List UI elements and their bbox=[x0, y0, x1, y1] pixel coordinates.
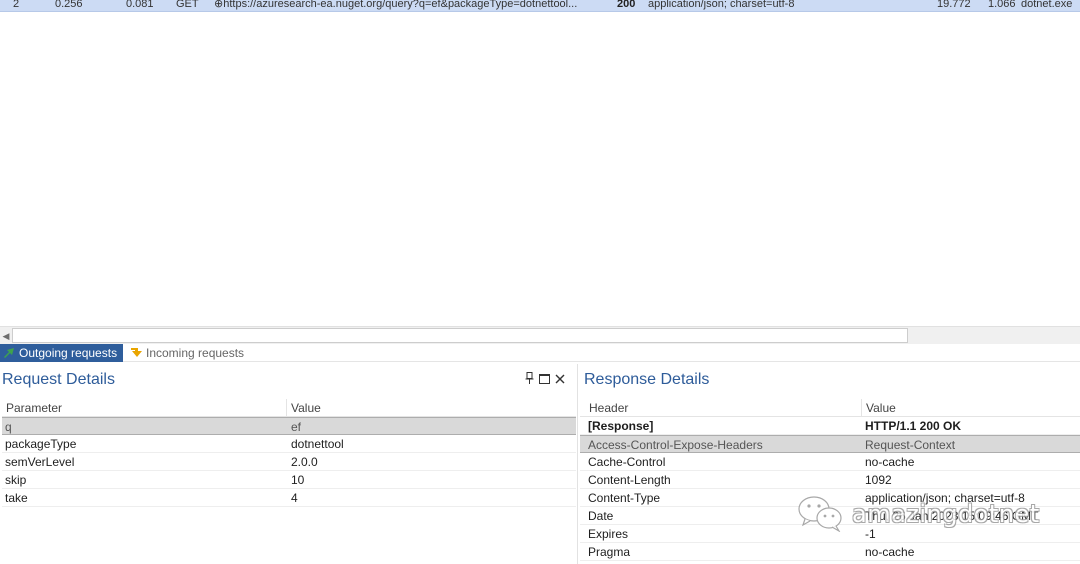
table-row[interactable]: Pragma no-cache bbox=[580, 543, 1080, 561]
header-name: Date bbox=[588, 509, 614, 523]
request-list: 2 0.256 0.081 GET ⊕https://azuresearch-e… bbox=[0, 0, 1080, 326]
param-name: q bbox=[5, 420, 12, 434]
response-details-title: Response Details bbox=[584, 371, 710, 388]
tab-incoming-requests[interactable]: Incoming requests bbox=[127, 344, 248, 362]
response-headers-grid: Header Value [Response] HTTP/1.1 200 OK … bbox=[580, 399, 1080, 564]
grid-header: Parameter Value bbox=[2, 399, 576, 417]
param-value: ef bbox=[291, 420, 302, 434]
watermark-text: amazingdotnet bbox=[852, 500, 1040, 528]
column-header-value[interactable]: Value bbox=[866, 401, 896, 415]
scroll-left-icon[interactable]: ◀ bbox=[1, 330, 11, 342]
close-icon[interactable] bbox=[552, 371, 567, 387]
table-row[interactable]: skip 10 bbox=[2, 471, 576, 489]
header-name: Content-Type bbox=[588, 491, 661, 505]
header-value: no-cache bbox=[865, 455, 915, 469]
request-number: 2 bbox=[13, 0, 20, 10]
table-row[interactable]: packageType dotnettool bbox=[2, 435, 576, 453]
header-name: [Response] bbox=[588, 419, 654, 433]
pin-icon[interactable] bbox=[522, 371, 537, 387]
header-name: Pragma bbox=[588, 545, 631, 559]
table-row[interactable]: [Response] HTTP/1.1 200 OK bbox=[580, 417, 1080, 435]
param-name: semVerLevel bbox=[5, 455, 75, 469]
grid-header: Header Value bbox=[580, 399, 1080, 417]
outgoing-arrow-icon bbox=[4, 348, 14, 358]
header-name: Access-Control-Expose-Headers bbox=[588, 438, 763, 452]
request-details-title: Request Details bbox=[2, 371, 115, 388]
request-content-type: application/json; charset=utf-8 bbox=[648, 0, 795, 10]
request-duration: 1.066 bbox=[988, 0, 1016, 10]
request-status: 200 bbox=[617, 0, 636, 10]
header-name: Cache-Control bbox=[588, 455, 666, 469]
header-value: Request-Context bbox=[865, 438, 956, 452]
header-value: no-cache bbox=[865, 545, 915, 559]
table-row[interactable]: take 4 bbox=[2, 489, 576, 507]
request-process: dotnet.exe bbox=[1021, 0, 1073, 10]
header-name: Expires bbox=[588, 527, 629, 541]
param-name: packageType bbox=[5, 437, 77, 451]
request-method: GET bbox=[176, 0, 199, 10]
table-row[interactable]: Access-Control-Expose-Headers Request-Co… bbox=[580, 435, 1080, 453]
column-header-parameter[interactable]: Parameter bbox=[6, 401, 62, 415]
maximize-icon[interactable] bbox=[537, 371, 552, 387]
table-row[interactable]: q ef bbox=[2, 417, 576, 435]
table-row[interactable]: Cache-Control no-cache bbox=[580, 453, 1080, 471]
tab-outgoing-requests[interactable]: Outgoing requests bbox=[0, 344, 123, 362]
param-name: skip bbox=[5, 473, 27, 487]
request-row[interactable]: 2 0.256 0.081 GET ⊕https://azuresearch-e… bbox=[0, 0, 1080, 12]
param-name: take bbox=[5, 491, 28, 505]
incoming-arrow-icon bbox=[131, 348, 142, 357]
panel-tools bbox=[522, 371, 574, 387]
column-header-value[interactable]: Value bbox=[291, 401, 321, 415]
wechat-logo-icon bbox=[798, 496, 842, 532]
tab-incoming-label: Incoming requests bbox=[146, 346, 245, 360]
param-value: 2.0.0 bbox=[291, 455, 318, 469]
request-url: ⊕https://azuresearch-ea.nuget.org/query?… bbox=[214, 0, 578, 10]
tab-outgoing-label: Outgoing requests bbox=[19, 346, 118, 360]
request-parameters-grid: Parameter Value q ef packageType dotnett… bbox=[2, 399, 576, 564]
watermark: amazingdotnet bbox=[796, 494, 1056, 534]
horizontal-scrollbar[interactable]: ◀ bbox=[0, 326, 1080, 344]
panel-divider[interactable] bbox=[577, 364, 578, 564]
scrollbar-thumb[interactable] bbox=[12, 328, 908, 343]
request-time: 0.256 bbox=[55, 0, 83, 10]
request-latency: 0.081 bbox=[126, 0, 154, 10]
header-value: HTTP/1.1 200 OK bbox=[865, 419, 962, 433]
table-row[interactable]: semVerLevel 2.0.0 bbox=[2, 453, 576, 471]
request-size: 19.772 bbox=[937, 0, 971, 10]
param-value: 10 bbox=[291, 473, 305, 487]
column-header-header[interactable]: Header bbox=[589, 401, 628, 415]
table-row[interactable]: Content-Length 1092 bbox=[580, 471, 1080, 489]
param-value: dotnettool bbox=[291, 437, 344, 451]
tab-strip: Outgoing requests Incoming requests bbox=[0, 344, 1080, 362]
header-name: Content-Length bbox=[588, 473, 671, 487]
header-value: 1092 bbox=[865, 473, 892, 487]
param-value: 4 bbox=[291, 491, 298, 505]
